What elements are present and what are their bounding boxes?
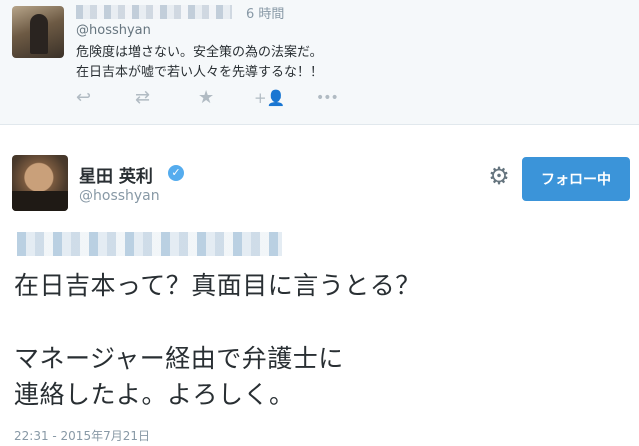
more-icon[interactable]: ••• <box>316 88 339 108</box>
author-avatar[interactable] <box>12 155 68 211</box>
reply-tweet: 6 時間 @hosshyan 危険度は増さない。安全策の為の法案だ。 在日吉本が… <box>0 0 639 125</box>
reply-handle[interactable]: @hosshyan <box>76 23 151 38</box>
following-button[interactable]: フォロー中 <box>522 157 630 201</box>
reply-text-line1: 危険度は増さない。安全策の為の法案だ。 <box>76 45 323 60</box>
pixelated-username <box>76 5 232 19</box>
avatar-shoulders <box>12 191 68 211</box>
retweet-icon[interactable]: ⇄ <box>135 88 150 108</box>
reply-text-line2: 在日吉本が嘘で若い人々を先導するな！！ <box>76 65 324 80</box>
reply-icon[interactable]: ↩ <box>76 88 91 108</box>
tweet-text-line1: 在日吉本って？真面目に言うとる？ <box>14 271 421 300</box>
gear-icon[interactable]: ⚙ <box>486 163 512 189</box>
tweet-text-line3: 連絡したよ。よろしく。 <box>14 380 295 409</box>
pixelated-mention <box>17 232 282 256</box>
follow-icon[interactable]: +👤 <box>254 88 285 108</box>
favorite-icon[interactable]: ★ <box>198 88 214 108</box>
tweet-timestamp[interactable]: 22:31 - 2015年7月21日 <box>14 427 150 444</box>
author-handle[interactable]: @hosshyan <box>79 188 160 204</box>
avatar-figure <box>30 14 48 54</box>
author-name[interactable]: 星田 英利 <box>79 162 153 187</box>
tweet-text-line2: マネージャー経由で弁護士に <box>14 344 344 373</box>
verified-badge-icon: ✓ <box>168 165 184 181</box>
reply-avatar[interactable] <box>12 6 64 58</box>
reply-timestamp[interactable]: 6 時間 <box>246 3 284 22</box>
